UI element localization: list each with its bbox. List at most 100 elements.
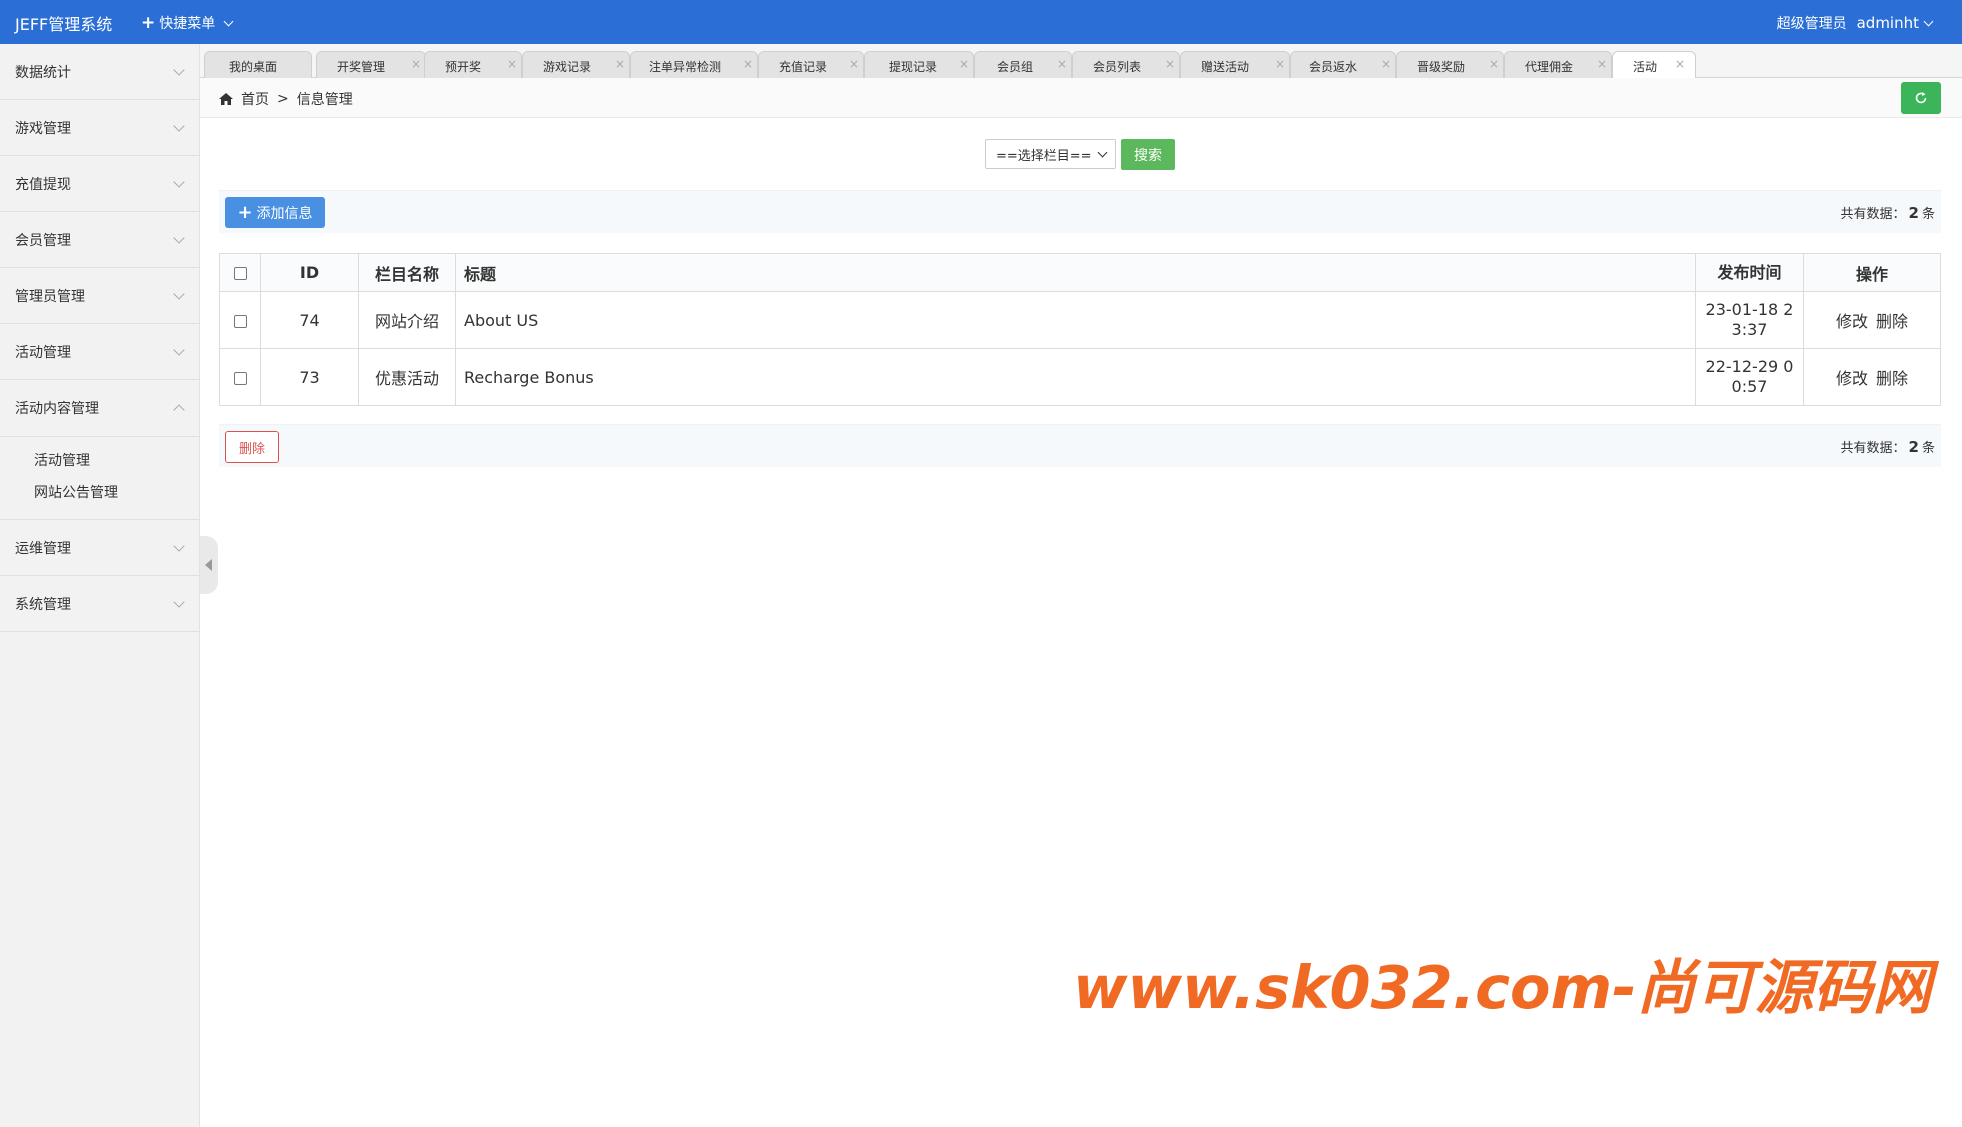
close-icon[interactable]: ×	[743, 57, 753, 71]
tab-draw-management[interactable]: 开奖管理 ×	[316, 51, 426, 78]
tab-label: 充值记录	[779, 60, 828, 74]
tab-member-rebate[interactable]: 会员返水 ×	[1290, 51, 1396, 78]
add-info-button[interactable]: + 添加信息	[225, 197, 325, 228]
total-count: 共有数据： 2 条	[1840, 204, 1935, 222]
close-icon[interactable]: ×	[1675, 57, 1685, 71]
quick-menu-label: 快捷菜单	[159, 16, 216, 32]
edit-link[interactable]: 修改	[1836, 369, 1868, 388]
tab-label: 预开奖	[445, 60, 482, 74]
tab-label: 我的桌面	[229, 60, 278, 74]
tab-bet-anomaly[interactable]: 注单异常检测 ×	[630, 51, 758, 78]
chevron-down-icon	[173, 343, 185, 356]
close-icon[interactable]: ×	[1275, 57, 1285, 71]
row-checkbox[interactable]	[233, 371, 247, 385]
refresh-button[interactable]	[1901, 82, 1941, 114]
user-menu-button[interactable]: adminht	[1856, 14, 1934, 32]
chevron-down-icon	[173, 175, 185, 188]
sidebar-item-activity-content[interactable]: 活动内容管理	[0, 380, 199, 436]
info-table: ID 栏目名称 标题 发布时间 操作 74 网站介绍 About US 23-0…	[219, 253, 1941, 406]
chevron-down-icon	[173, 63, 185, 76]
sidebar-item-recharge-withdraw[interactable]: 充值提现	[0, 156, 199, 212]
batch-delete-button[interactable]: 删除	[225, 431, 279, 463]
header-operations: 操作	[1803, 253, 1941, 292]
sidebar-item-admin-management[interactable]: 管理员管理	[0, 268, 199, 324]
close-icon[interactable]: ×	[507, 57, 517, 71]
tab-desktop[interactable]: 我的桌面	[204, 51, 312, 78]
close-icon[interactable]: ×	[1057, 57, 1067, 71]
chevron-down-icon	[173, 119, 185, 132]
close-icon[interactable]: ×	[615, 57, 625, 71]
close-icon[interactable]: ×	[849, 57, 859, 71]
watermark-text: www.sk032.com-尚可源码网	[1073, 953, 1932, 1022]
submenu-item-activity[interactable]: 活动管理	[0, 445, 199, 477]
quick-menu-button[interactable]: + 快捷菜单	[141, 13, 234, 33]
sidebar-item-game-management[interactable]: 游戏管理	[0, 100, 199, 156]
row-checkbox[interactable]	[233, 314, 247, 328]
table-header-row: ID 栏目名称 标题 发布时间 操作	[219, 253, 1941, 292]
tab-label: 会员列表	[1093, 60, 1142, 74]
sidebar-item-ops-management[interactable]: 运维管理	[0, 520, 199, 576]
tab-promotion-reward[interactable]: 晋级奖励 ×	[1396, 51, 1504, 78]
row-publish-time: 23-01-18 2 3:37	[1695, 291, 1804, 349]
tab-label: 晋级奖励	[1417, 60, 1466, 74]
chevron-up-icon	[173, 404, 185, 416]
tab-agent-commission[interactable]: 代理佣金 ×	[1504, 51, 1612, 78]
sidebar-item-data-stats[interactable]: 数据统计	[0, 44, 199, 100]
sidebar-item-activity-management[interactable]: 活动管理	[0, 324, 199, 380]
category-select[interactable]: ==选择栏目==	[985, 139, 1116, 169]
close-icon[interactable]: ×	[1165, 57, 1175, 71]
select-all-checkbox-cell	[219, 253, 261, 292]
sidebar-item-label: 活动内容管理	[15, 401, 99, 417]
tab-recharge-records[interactable]: 充值记录 ×	[758, 51, 864, 78]
breadcrumb-home-link[interactable]: 首页	[241, 89, 269, 109]
sidebar-item-label: 运维管理	[15, 540, 71, 557]
sidebar-item-system-management[interactable]: 系统管理	[0, 576, 199, 632]
row-title: About US	[455, 291, 1696, 349]
tabs-bar: 我的桌面 开奖管理 × 预开奖 × 游戏记录 × 注单异常检测 × 充值记录 × 提现记录…	[200, 44, 1962, 78]
top-header: JEFF管理系统 + 快捷菜单 超级管理员 adminht	[0, 0, 1962, 44]
search-button[interactable]: 搜索	[1121, 139, 1175, 170]
user-name-label: adminht	[1856, 14, 1919, 32]
table-row: 73 优惠活动 Recharge Bonus 22-12-29 0 0:57 修改…	[219, 348, 1941, 406]
edit-link[interactable]: 修改	[1836, 312, 1868, 331]
sidebar-item-member-management[interactable]: 会员管理	[0, 212, 199, 268]
close-icon[interactable]: ×	[411, 57, 421, 71]
chevron-down-icon	[173, 595, 185, 608]
tab-activity[interactable]: 活动 ×	[1612, 51, 1696, 78]
close-icon[interactable]: ×	[959, 57, 969, 71]
sidebar-item-label: 数据统计	[15, 64, 71, 81]
total-count: 共有数据： 2 条	[1840, 438, 1935, 456]
select-all-checkbox[interactable]	[233, 267, 247, 280]
tab-member-list[interactable]: 会员列表 ×	[1072, 51, 1180, 78]
chevron-down-icon	[173, 231, 185, 244]
header-publish-time: 发布时间	[1695, 253, 1804, 292]
delete-link[interactable]: 删除	[1876, 312, 1908, 331]
app-title: JEFF管理系统	[15, 15, 113, 34]
sidebar: 数据统计 游戏管理 充值提现 会员管理 管理员管理 活动管理 活动内容管理 活动…	[0, 44, 200, 1127]
delete-link[interactable]: 删除	[1876, 369, 1908, 388]
tab-label: 会员组	[997, 60, 1034, 74]
close-icon[interactable]: ×	[1597, 57, 1607, 71]
sidebar-item-label: 系统管理	[15, 596, 71, 613]
close-icon[interactable]: ×	[1381, 57, 1391, 71]
bottom-toolbar: 删除 共有数据： 2 条	[219, 424, 1941, 467]
tab-game-records[interactable]: 游戏记录 ×	[522, 51, 630, 78]
top-toolbar: + 添加信息 共有数据： 2 条	[219, 190, 1941, 233]
sidebar-item-label: 游戏管理	[15, 120, 71, 137]
sidebar-collapse-handle[interactable]	[200, 536, 218, 594]
tab-label: 游戏记录	[543, 60, 592, 74]
tab-withdraw-records[interactable]: 提现记录 ×	[864, 51, 974, 78]
row-operations: 修改 删除	[1803, 348, 1941, 406]
close-icon[interactable]: ×	[1489, 57, 1499, 71]
user-role: 超级管理员	[1776, 16, 1847, 32]
tab-gift-activity[interactable]: 赠送活动 ×	[1180, 51, 1290, 78]
chevron-down-icon	[1097, 147, 1108, 158]
sidebar-item-label: 活动管理	[15, 344, 71, 361]
tab-label: 注单异常检测	[649, 60, 722, 74]
chevron-down-icon	[173, 287, 185, 300]
tab-pre-draw[interactable]: 预开奖 ×	[424, 51, 522, 78]
submenu-item-site-notice[interactable]: 网站公告管理	[0, 477, 199, 509]
header-id: ID	[260, 253, 359, 292]
tab-member-group[interactable]: 会员组 ×	[974, 51, 1072, 78]
user-area: 超级管理员 adminht	[1776, 13, 1934, 33]
